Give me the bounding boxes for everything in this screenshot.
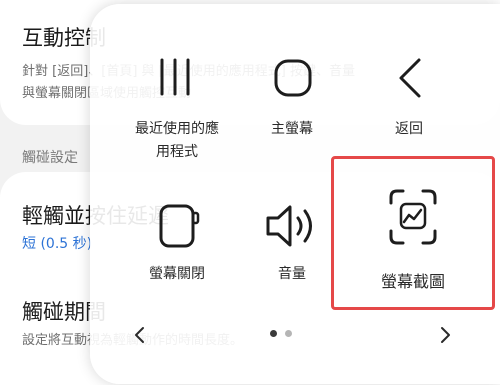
previous-page-button[interactable] (125, 320, 155, 350)
recents-icon (117, 52, 237, 112)
recents-tile[interactable]: 最近使用的應 用程式 (117, 52, 237, 172)
recents-label-line2: 用程式 (156, 144, 198, 160)
home-label: 主螢幕 (271, 121, 313, 137)
back-label: 返回 (395, 121, 423, 137)
touch-settings-section-header: 觸碰設定 (22, 150, 78, 166)
touch-hold-delay-value: 短 (0.5 秒) (22, 236, 93, 252)
home-icon (232, 52, 352, 112)
chevron-right-icon (441, 327, 450, 343)
screen-off-label: 螢幕關閉 (149, 266, 205, 282)
chevron-left-icon (135, 327, 144, 343)
recents-label-line1: 最近使用的應 (135, 121, 219, 137)
page-indicator-dot-1 (270, 330, 277, 337)
back-tile[interactable]: 返回 (349, 52, 469, 152)
next-page-button[interactable] (430, 320, 460, 350)
screen-off-icon (117, 200, 237, 260)
back-icon (349, 52, 469, 112)
page-indicator-dot-2 (285, 330, 292, 337)
screenshot-highlight-box (331, 156, 495, 310)
home-tile[interactable]: 主螢幕 (232, 52, 352, 152)
screen-off-tile[interactable]: 螢幕關閉 (117, 200, 237, 290)
